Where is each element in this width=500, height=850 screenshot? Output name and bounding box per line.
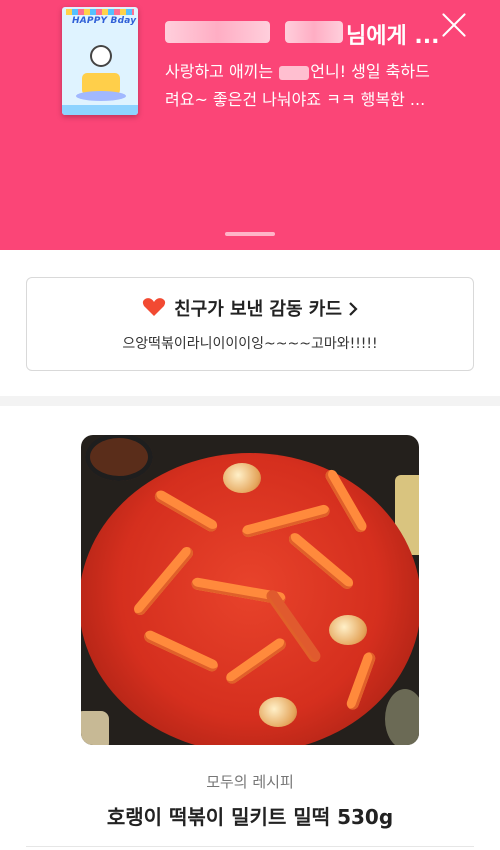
recipient-suffix: 님에게 ... xyxy=(346,24,440,49)
section-divider xyxy=(0,396,500,406)
plate-illustration xyxy=(76,91,126,101)
message-line2: 려요~ 좋은건 나눠야죠 ㅋㅋ 행복한 ... xyxy=(165,90,426,109)
chevron-right-icon xyxy=(348,300,358,321)
friend-card-button[interactable]: 친구가 보낸 감동 카드 으앙떡볶이라니이이이잉~~~~고마와!!!!! xyxy=(26,277,474,371)
gift-header: HAPPY Bday 님에게 ... 사랑하고 애끼는 언니! 생일 축하드 려… xyxy=(0,0,500,250)
egg xyxy=(259,697,297,727)
heart-icon xyxy=(142,297,166,322)
side-dish xyxy=(81,711,109,745)
card-subtitle: 으앙떡볶이라니이이이잉~~~~고마와!!!!! xyxy=(122,336,378,352)
bunting-flags xyxy=(66,9,134,15)
sauce-bowl xyxy=(85,435,153,481)
gift-message: 사랑하고 애끼는 언니! 생일 축하드 려요~ 좋은건 나눠야죠 ㅋㅋ 행복한 … xyxy=(165,58,450,114)
close-icon[interactable] xyxy=(439,10,469,40)
birthday-card-thumbnail[interactable]: HAPPY Bday xyxy=(62,7,138,115)
tray-illustration xyxy=(62,105,138,115)
recipient-line: 님에게 ... xyxy=(165,18,440,49)
egg xyxy=(329,615,367,645)
card-title: 친구가 보낸 감동 카드 xyxy=(174,299,342,320)
blurred-name xyxy=(279,65,310,80)
drag-handle[interactable] xyxy=(225,232,275,236)
side-dish xyxy=(385,689,419,745)
product-name[interactable]: 호랭이 떡볶이 밀키트 밀떡 530g xyxy=(0,801,500,830)
product-brand: 모두의 레시피 xyxy=(206,773,294,791)
puppy-illustration xyxy=(90,45,112,67)
blurred-sender-name xyxy=(165,21,270,43)
product-image[interactable] xyxy=(81,435,419,745)
egg xyxy=(223,463,261,493)
card-title-row: 친구가 보낸 감동 카드 xyxy=(27,295,473,322)
message-part1: 사랑하고 애끼는 xyxy=(165,62,279,81)
message-part2: 언니! 생일 축하드 xyxy=(310,62,430,81)
blurred-recipient-name xyxy=(285,21,343,43)
card-image-text: HAPPY Bday xyxy=(72,16,137,26)
bottom-divider xyxy=(26,846,474,847)
